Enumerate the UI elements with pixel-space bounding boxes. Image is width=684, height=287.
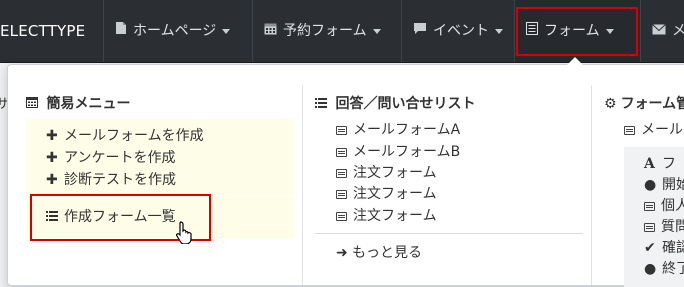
gear-icon: ⚙: [604, 96, 617, 112]
answer-item-order-form[interactable]: 注文フォーム: [336, 162, 437, 182]
settings-sub-end[interactable]: ● 終了: [644, 258, 684, 278]
settings-sub-label: 終了: [662, 261, 684, 277]
list-icon: [46, 209, 60, 225]
top-navbar: ELECTTYPE ホームページ 予約フォーム イベント フォーム メー: [0, 0, 684, 63]
settings-sub-personal[interactable]: 個人: [644, 195, 684, 215]
nav-event[interactable]: イベント: [401, 0, 514, 62]
form-icon: [624, 126, 635, 135]
nav-homepage[interactable]: ホームページ: [103, 0, 252, 62]
answer-item-label: メールフォームA: [353, 122, 461, 138]
chevron-down-icon: [222, 28, 231, 34]
chevron-down-icon: [372, 28, 381, 34]
form-icon: [336, 148, 347, 157]
chevron-down-icon: [495, 28, 503, 34]
comment-icon: ●: [644, 177, 657, 193]
nav-form-label: フォーム: [544, 23, 600, 39]
nav-form[interactable]: フォーム: [514, 0, 640, 62]
calendar-icon: [264, 0, 277, 62]
nav-mail[interactable]: メー: [640, 0, 684, 62]
create-mailform-label: メールフォームを作成: [64, 128, 204, 144]
settings-sub-label: 確認: [662, 240, 684, 256]
create-survey-label: アンケートを作成: [64, 150, 176, 166]
create-quiz-label: 診断テストを作成: [64, 172, 176, 188]
settings-sub-start[interactable]: ● 開始: [644, 174, 684, 194]
plus-icon: ✚: [46, 128, 58, 144]
nav-event-label: イベント: [433, 23, 489, 39]
settings-sub-label: 開始: [662, 177, 684, 193]
create-quiz-link[interactable]: ✚ 診断テストを作成: [46, 169, 176, 189]
font-icon: A: [644, 156, 655, 172]
settings-sub-confirm[interactable]: ✔ 確認: [644, 237, 684, 257]
form-icon: [336, 169, 347, 178]
create-survey-link[interactable]: ✚ アンケートを作成: [46, 147, 175, 167]
see-more-label: もっと見る: [352, 245, 422, 261]
form-icon: [336, 212, 347, 221]
plus-icon: ✚: [46, 172, 58, 188]
settings-sub-label: フ: [662, 156, 676, 172]
answer-item-label: 注文フォーム: [353, 165, 437, 181]
list-alt-icon: [526, 0, 538, 62]
simple-menu-title: 簡易メニュー: [26, 93, 130, 113]
answer-item-order-form[interactable]: 注文フォーム: [336, 183, 437, 203]
divider: [315, 233, 583, 234]
settings-sub-label: 質問: [661, 219, 684, 235]
check-circle-icon: ✔: [644, 240, 656, 256]
settings-mail-label: メール: [641, 122, 683, 138]
brand-logo[interactable]: ELECTTYPE: [0, 0, 85, 62]
plus-icon: ✚: [46, 150, 58, 166]
settings-mail-item[interactable]: メール: [624, 119, 683, 139]
form-icon: [336, 190, 347, 199]
file-icon: [115, 0, 127, 62]
dropdown-arrow: [567, 57, 583, 65]
nav-reservation-form[interactable]: 予約フォーム: [252, 0, 401, 62]
arrow-right-icon: ➜: [336, 245, 348, 261]
answer-item-order-form[interactable]: 注文フォーム: [336, 205, 437, 225]
settings-sub-label: 個人: [661, 198, 684, 214]
answer-item-label: 注文フォーム: [353, 186, 437, 202]
create-mailform-link[interactable]: ✚ メールフォームを作成: [46, 125, 204, 145]
answer-item-label: 注文フォーム: [353, 208, 437, 224]
see-more-link[interactable]: ➜ もっと見る: [336, 242, 422, 262]
nav-mail-label: メー: [672, 23, 684, 39]
background-page-edge: サ: [0, 90, 9, 150]
hand-cursor-icon: [176, 220, 194, 249]
form-list-link[interactable]: 作成フォーム一覧: [46, 206, 176, 226]
form-list-label: 作成フォーム一覧: [64, 209, 176, 225]
answer-item-label: メールフォームB: [353, 144, 461, 160]
nav-reservation-label: 予約フォーム: [283, 23, 367, 39]
answer-item-mailform-a[interactable]: メールフォームA: [336, 119, 460, 139]
settings-sub-question[interactable]: 質問: [644, 216, 684, 236]
nav-homepage-label: ホームページ: [133, 23, 217, 39]
form-icon: [644, 202, 655, 211]
form-icon: [644, 223, 655, 232]
list-icon: [315, 96, 331, 112]
circle-icon: ●: [644, 261, 657, 277]
simple-menu-title-text: 簡易メニュー: [46, 96, 131, 112]
answers-list-title: 回答／問い合せリスト: [315, 93, 475, 113]
comment-icon: [413, 0, 427, 62]
calendar-icon: [26, 96, 42, 112]
answers-list-title-text: 回答／問い合せリスト: [335, 96, 476, 112]
form-settings-title-text: フォーム管: [620, 96, 684, 112]
form-settings-title: ⚙ フォーム管: [604, 93, 684, 113]
settings-sub-font[interactable]: Aフ: [644, 153, 676, 173]
column-divider: [302, 85, 303, 285]
chevron-down-icon: [605, 28, 614, 34]
answer-item-mailform-b[interactable]: メールフォームB: [336, 141, 460, 161]
envelope-icon: [652, 0, 666, 62]
column-divider: [591, 85, 592, 285]
form-dropdown-menu: 簡易メニュー ✚ メールフォームを作成 ✚ アンケートを作成 ✚ 診断テストを作成 作…: [7, 64, 684, 287]
form-icon: [336, 126, 347, 135]
